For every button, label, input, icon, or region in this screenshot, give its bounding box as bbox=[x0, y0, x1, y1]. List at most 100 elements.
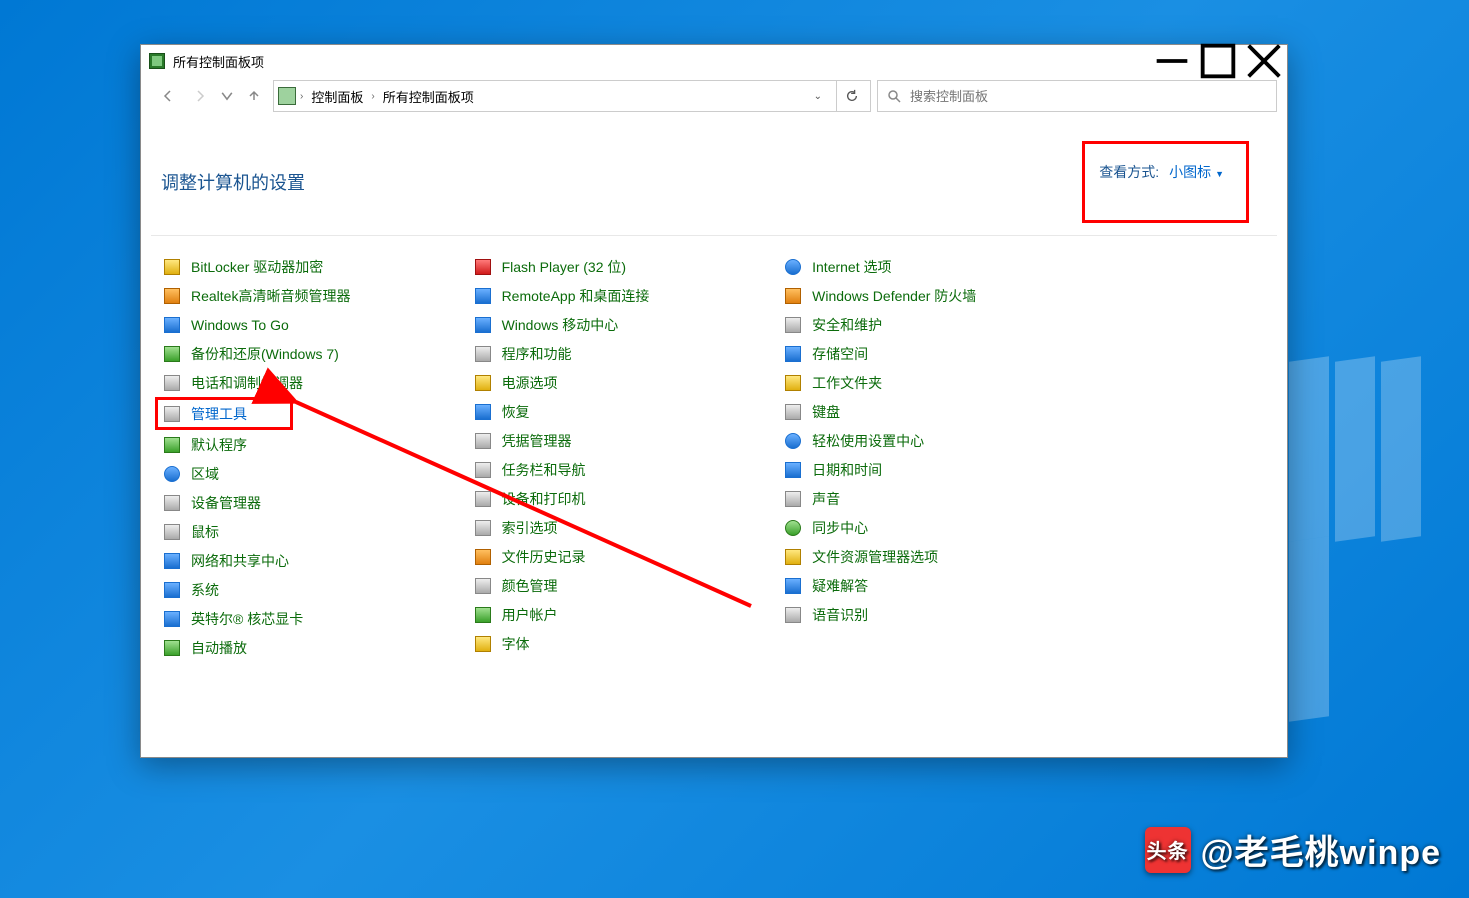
breadcrumb-item[interactable]: 所有控制面板项 bbox=[379, 87, 478, 106]
cp-item-icon bbox=[474, 548, 492, 566]
cp-item-label: 系统 bbox=[191, 580, 219, 600]
watermark-logo: 头条 bbox=[1145, 827, 1191, 873]
back-button[interactable] bbox=[155, 83, 181, 109]
cp-item[interactable]: 索引选项 bbox=[472, 513, 763, 542]
view-mode-highlight: 查看方式: 小图标▼ bbox=[1082, 141, 1249, 223]
cp-item-icon bbox=[163, 287, 181, 305]
cp-item-label: 轻松使用设置中心 bbox=[812, 431, 924, 451]
recent-dropdown[interactable] bbox=[219, 83, 235, 109]
cp-item-icon bbox=[163, 345, 181, 363]
cp-item[interactable]: 轻松使用设置中心 bbox=[782, 426, 1073, 455]
watermark-text: @老毛桃winpe bbox=[1201, 825, 1442, 874]
cp-item-icon bbox=[784, 461, 802, 479]
cp-item[interactable]: 鼠标 bbox=[161, 517, 452, 546]
cp-item-label: Realtek高清晰音频管理器 bbox=[191, 286, 350, 306]
cp-item-label: 任务栏和导航 bbox=[502, 460, 586, 480]
cp-item-label: Internet 选项 bbox=[812, 257, 891, 277]
app-icon bbox=[149, 53, 165, 69]
cp-item-icon bbox=[163, 639, 181, 657]
view-mode-dropdown[interactable]: 小图标▼ bbox=[1169, 164, 1224, 180]
cp-item-label: 疑难解答 bbox=[812, 576, 868, 596]
content-area: BitLocker 驱动器加密 Realtek高清晰音频管理器 Windows To… bbox=[141, 236, 1287, 757]
cp-item[interactable]: 英特尔® 核芯显卡 bbox=[161, 604, 452, 633]
cp-item-label: 电话和调制解调器 bbox=[191, 373, 303, 393]
cp-item[interactable]: 存储空间 bbox=[782, 339, 1073, 368]
control-panel-window: 所有控制面板项 › 控制面板 › bbox=[140, 44, 1288, 758]
chevron-right-icon: › bbox=[300, 91, 303, 102]
cp-item-icon bbox=[784, 490, 802, 508]
cp-item[interactable]: 程序和功能 bbox=[472, 339, 763, 368]
address-dropdown[interactable]: ⌄ bbox=[808, 91, 828, 102]
cp-item[interactable]: 用户帐户 bbox=[472, 600, 763, 629]
cp-item[interactable]: Windows To Go bbox=[161, 310, 452, 339]
cp-item-icon bbox=[474, 461, 492, 479]
cp-item[interactable]: 字体 bbox=[472, 629, 763, 658]
cp-item-icon bbox=[474, 577, 492, 595]
cp-item[interactable]: 自动播放 bbox=[161, 633, 452, 662]
cp-item-label: 语音识别 bbox=[812, 605, 868, 625]
view-label: 查看方式: bbox=[1099, 164, 1159, 180]
items-column-2: Flash Player (32 位) RemoteApp 和桌面连接 Window… bbox=[472, 252, 763, 757]
cp-item[interactable]: 任务栏和导航 bbox=[472, 455, 763, 484]
cp-item-label: 字体 bbox=[502, 634, 530, 654]
cp-item[interactable]: 声音 bbox=[782, 484, 1073, 513]
refresh-button[interactable] bbox=[836, 81, 866, 111]
cp-item[interactable]: 恢复 bbox=[472, 397, 763, 426]
cp-item[interactable]: 网络和共享中心 bbox=[161, 546, 452, 575]
cp-item[interactable]: 设备和打印机 bbox=[472, 484, 763, 513]
cp-item-icon bbox=[784, 606, 802, 624]
cp-item[interactable]: 备份和还原(Windows 7) bbox=[161, 339, 452, 368]
cp-item[interactable]: 系统 bbox=[161, 575, 452, 604]
cp-item[interactable]: Realtek高清晰音频管理器 bbox=[161, 281, 452, 310]
cp-item-icon bbox=[163, 523, 181, 541]
cp-item[interactable]: BitLocker 驱动器加密 bbox=[161, 252, 452, 281]
cp-item-label: 声音 bbox=[812, 489, 840, 509]
cp-item[interactable]: Windows 移动中心 bbox=[472, 310, 763, 339]
breadcrumb-item[interactable]: 控制面板 bbox=[307, 87, 367, 106]
cp-item-admin-tools-highlight[interactable]: 管理工具 bbox=[155, 397, 293, 430]
cp-item[interactable]: 电话和调制解调器 bbox=[161, 368, 452, 397]
page-title: 调整计算机的设置 bbox=[161, 169, 1082, 195]
up-button[interactable] bbox=[241, 83, 267, 109]
maximize-button[interactable] bbox=[1195, 45, 1241, 77]
cp-item-label: RemoteApp 和桌面连接 bbox=[502, 286, 650, 306]
cp-item[interactable]: 电源选项 bbox=[472, 368, 763, 397]
cp-item-icon bbox=[163, 465, 181, 483]
cp-item-icon bbox=[163, 258, 181, 276]
cp-item[interactable]: 键盘 bbox=[782, 397, 1073, 426]
cp-item[interactable]: Windows Defender 防火墙 bbox=[782, 281, 1073, 310]
cp-item-label: 工作文件夹 bbox=[812, 373, 882, 393]
cp-item-label: 颜色管理 bbox=[502, 576, 558, 596]
cp-item-icon bbox=[474, 345, 492, 363]
address-bar[interactable]: › 控制面板 › 所有控制面板项 ⌄ bbox=[273, 80, 871, 112]
cp-item[interactable]: Internet 选项 bbox=[782, 252, 1073, 281]
close-button[interactable] bbox=[1241, 45, 1287, 77]
search-box[interactable] bbox=[877, 80, 1277, 112]
titlebar: 所有控制面板项 bbox=[141, 45, 1287, 77]
cp-item[interactable]: 区域 bbox=[161, 459, 452, 488]
cp-item-icon bbox=[474, 403, 492, 421]
forward-button[interactable] bbox=[187, 83, 213, 109]
cp-item[interactable]: Flash Player (32 位) bbox=[472, 252, 763, 281]
cp-item[interactable]: 同步中心 bbox=[782, 513, 1073, 542]
cp-item[interactable]: 颜色管理 bbox=[472, 571, 763, 600]
cp-item[interactable]: 安全和维护 bbox=[782, 310, 1073, 339]
cp-item[interactable]: 凭据管理器 bbox=[472, 426, 763, 455]
cp-item[interactable]: 设备管理器 bbox=[161, 488, 452, 517]
cp-item[interactable]: 语音识别 bbox=[782, 600, 1073, 629]
items-column-3: Internet 选项 Windows Defender 防火墙安全和维护存储空间… bbox=[782, 252, 1073, 757]
watermark: 头条 @老毛桃winpe bbox=[1145, 825, 1442, 874]
cp-item[interactable]: RemoteApp 和桌面连接 bbox=[472, 281, 763, 310]
cp-item[interactable]: 文件历史记录 bbox=[472, 542, 763, 571]
cp-item[interactable]: 日期和时间 bbox=[782, 455, 1073, 484]
cp-item[interactable]: 工作文件夹 bbox=[782, 368, 1073, 397]
cp-item[interactable]: 文件资源管理器选项 bbox=[782, 542, 1073, 571]
search-input[interactable] bbox=[910, 89, 1268, 104]
cp-item-icon bbox=[163, 374, 181, 392]
cp-item-icon bbox=[163, 405, 181, 423]
cp-item-label: 设备管理器 bbox=[191, 493, 261, 513]
cp-item[interactable]: 疑难解答 bbox=[782, 571, 1073, 600]
cp-item-icon bbox=[163, 436, 181, 454]
cp-item[interactable]: 默认程序 bbox=[161, 430, 452, 459]
minimize-button[interactable] bbox=[1149, 45, 1195, 77]
